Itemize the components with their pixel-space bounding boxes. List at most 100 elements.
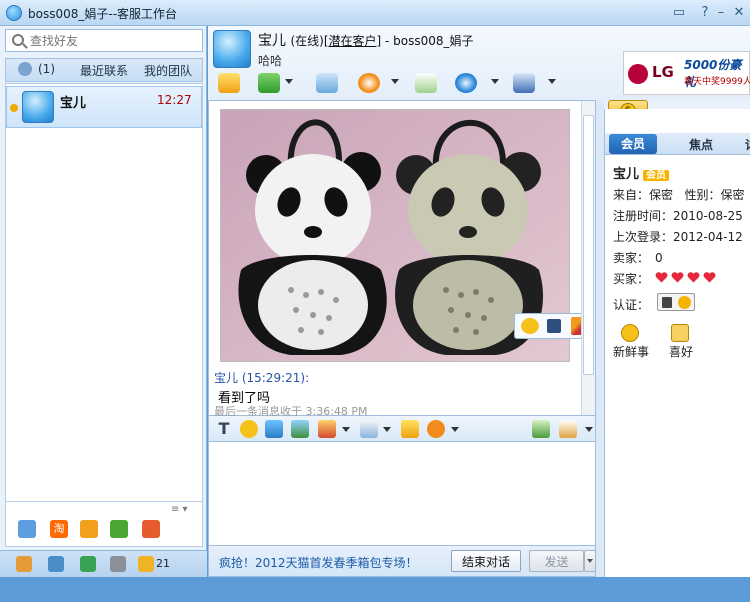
id-card-icon: [662, 297, 672, 308]
customer-name-row: 宝儿 会员: [613, 163, 670, 182]
potential-customer-link[interactable]: [潜在客户]: [324, 34, 381, 48]
seller-row: 卖家： 0: [613, 249, 663, 266]
info-tabs: 会员 焦点 详: [605, 133, 750, 155]
verified-icon: [678, 296, 691, 309]
customer-name: 宝儿: [613, 167, 640, 182]
register-time: 注册时间：2010-08-25: [613, 209, 743, 223]
search-box[interactable]: [5, 29, 203, 52]
heart-icon: [703, 272, 716, 283]
avatar: [22, 91, 54, 123]
vip-badge: 会员: [643, 170, 670, 181]
chevron-down-icon[interactable]: [391, 79, 399, 84]
gift-icon[interactable]: [110, 520, 128, 538]
customer-source: 来自：保密: [613, 188, 674, 202]
tools-icon[interactable]: [110, 556, 126, 572]
service-icon[interactable]: [513, 73, 535, 93]
tab-recent[interactable]: 最近联系: [80, 62, 128, 79]
contact-list: 宝儿 12:27: [5, 83, 203, 523]
transfer-icon[interactable]: [532, 420, 550, 438]
quick-reply-icon[interactable]: [360, 420, 378, 438]
news-icon[interactable]: [621, 324, 639, 342]
search-icon: [12, 34, 24, 46]
minimize-icon[interactable]: –: [712, 4, 730, 22]
webcam-icon[interactable]: [358, 73, 380, 93]
emoticon-icon[interactable]: [240, 420, 258, 438]
bell-icon[interactable]: [401, 420, 419, 438]
fresh-news-link[interactable]: 新鲜事: [613, 343, 649, 360]
input-toolbar: T: [208, 416, 596, 442]
file-transfer-icon[interactable]: [258, 73, 280, 93]
photo-icon[interactable]: [318, 420, 336, 438]
contact-name: 宝儿: [60, 96, 87, 111]
app-logo-icon: [6, 5, 22, 21]
contact-manager-icon[interactable]: [48, 556, 64, 572]
add-group-icon[interactable]: [415, 73, 437, 93]
chat-scrollbar[interactable]: [581, 101, 595, 415]
chevron-down-icon[interactable]: [585, 427, 593, 432]
bottom-bar: 21: [0, 550, 207, 577]
promo-link[interactable]: 疯抢！2012天猫首发春季箱包专场！: [219, 554, 418, 571]
tab-friends-count[interactable]: (1): [38, 62, 55, 76]
chat-avatar[interactable]: [213, 30, 251, 68]
heart-icon[interactable]: [427, 420, 445, 438]
chat-bubble-icon[interactable]: [218, 73, 240, 93]
tab-member[interactable]: 会员: [609, 134, 657, 154]
image-icon[interactable]: [291, 420, 309, 438]
monitor-icon[interactable]: ▭: [670, 4, 688, 22]
search-input[interactable]: [30, 32, 198, 49]
tab-focus[interactable]: 焦点: [689, 136, 713, 153]
browser-icon[interactable]: [455, 73, 477, 93]
menu-icon[interactable]: ≡ ▾: [171, 504, 188, 515]
favorites-icon[interactable]: [671, 324, 689, 342]
message-icon[interactable]: [138, 556, 154, 572]
screenshot-icon[interactable]: [265, 420, 283, 438]
chevron-down-icon[interactable]: [451, 427, 459, 432]
certification-badge[interactable]: [657, 293, 695, 311]
chat-account: - boss008_娟子: [381, 34, 474, 48]
chevron-down-icon[interactable]: [285, 79, 293, 84]
add-emoticon-icon[interactable]: [521, 318, 539, 334]
chevron-down-icon[interactable]: [383, 427, 391, 432]
cert-label: 认证：: [613, 298, 650, 312]
message-input[interactable]: [208, 442, 596, 546]
friends-icon[interactable]: [18, 62, 32, 76]
close-icon[interactable]: ✕: [730, 4, 748, 22]
tab-team[interactable]: 我的团队: [144, 62, 192, 79]
shop-icon[interactable]: [80, 520, 98, 538]
user-service-icon[interactable]: [18, 520, 36, 538]
chevron-down-icon[interactable]: [548, 79, 556, 84]
chat-title: 宝儿 (在线)[潜在客户] - boss008_娟子: [258, 30, 474, 50]
chat-signature: 哈哈: [258, 54, 283, 68]
chat-status: (在线): [290, 34, 324, 48]
buyer-label: 买家：: [613, 272, 650, 286]
phone-icon[interactable]: [80, 556, 96, 572]
microphone-icon[interactable]: [316, 73, 338, 93]
chevron-down-icon[interactable]: [342, 427, 350, 432]
send-options-button[interactable]: [584, 550, 596, 572]
save-icon[interactable]: [547, 319, 561, 333]
customer-info-panel: 会员 焦点 详 宝儿会员 来自：保密 性别：保密 注册时间：2010-08-25…: [604, 109, 750, 577]
ad-brand: LG: [652, 63, 674, 81]
ad-banner[interactable]: LG 5000份豪礼 春天中奖9999人: [623, 51, 750, 95]
end-chat-button[interactable]: 结束对话: [451, 550, 521, 572]
favorites-link[interactable]: 喜好: [669, 343, 693, 360]
chat-header: 宝儿 (在线)[潜在客户] - boss008_娟子 哈哈 LG 5000份豪礼…: [208, 26, 750, 100]
chat-log: 宝儿 (15:29:21): 看到了吗 最后一条消息收于 3:36:48 PM: [208, 100, 596, 418]
seller-level: 0: [655, 251, 663, 265]
contacts-tabs: (1) 最近联系 我的团队: [5, 58, 203, 82]
chevron-down-icon[interactable]: [491, 79, 499, 84]
bag-icon[interactable]: [16, 556, 32, 572]
app-icons-bar: ≡ ▾ 淘: [5, 501, 203, 547]
taobao-icon[interactable]: 淘: [50, 520, 68, 538]
chat-footer: 疯抢！2012天猫首发春季箱包专场！ 结束对话 发送: [208, 546, 596, 577]
send-button[interactable]: 发送: [529, 550, 584, 572]
seller-label: 卖家：: [613, 251, 650, 265]
history-icon[interactable]: [559, 420, 577, 438]
panel-divider: [596, 100, 604, 577]
store-icon[interactable]: [142, 520, 160, 538]
contact-row[interactable]: 宝儿 12:27: [6, 86, 202, 128]
tab-details[interactable]: 详: [745, 136, 750, 153]
font-icon[interactable]: T: [215, 420, 233, 438]
contacts-panel: (1) 最近联系 我的团队 宝儿 12:27 ≡ ▾ 淘 21: [0, 26, 207, 577]
scrollbar-thumb[interactable]: [583, 115, 594, 375]
